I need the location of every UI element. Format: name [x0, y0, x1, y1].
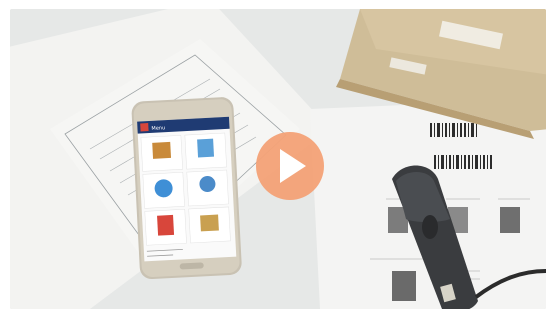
video-thumbnail[interactable]: Menu — [10, 9, 546, 309]
play-button[interactable] — [10, 9, 546, 309]
